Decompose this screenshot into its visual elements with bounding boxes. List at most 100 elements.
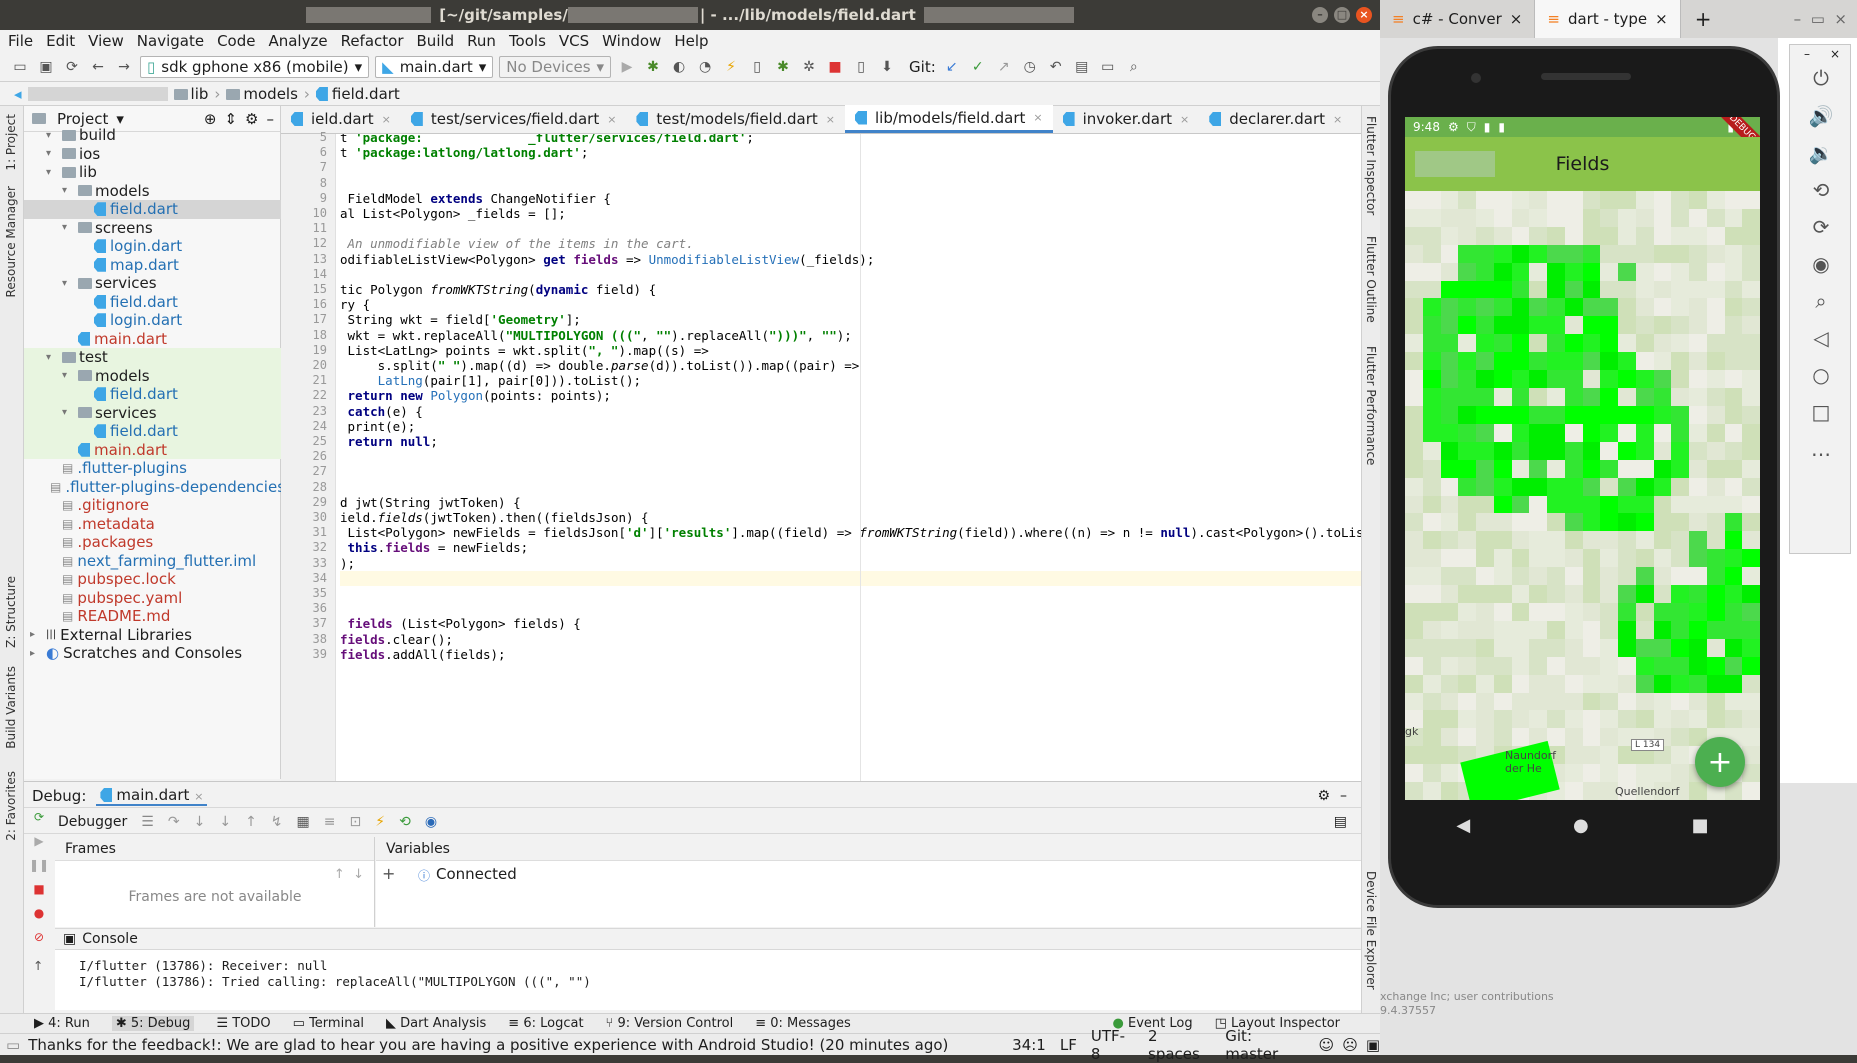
tool-window-build-variants[interactable]: Build Variants [4,666,18,749]
tree-item[interactable]: ▤ next_farming_flutter.iml [24,552,281,571]
run-to-cursor-icon[interactable]: ↯ [271,814,283,830]
expand-arrow-icon[interactable]: ▾ [62,370,74,381]
menu-help[interactable]: Help [674,32,708,50]
more-icon[interactable]: … [1806,434,1836,464]
close-icon[interactable]: × [1333,113,1342,126]
volume-down-icon[interactable]: 🔉 [1806,138,1836,168]
new-tab-icon[interactable]: + [1695,7,1712,31]
expand-arrow-icon[interactable]: ▾ [62,407,74,418]
menu-view[interactable]: View [88,32,124,50]
close-icon[interactable]: × [1655,10,1668,28]
tool-window-favorites[interactable]: 2: Favorites [4,771,18,841]
tree-item[interactable]: login.dart [24,311,281,330]
maximize-icon[interactable]: □ [1334,7,1350,23]
minimize-icon[interactable]: – [1312,7,1328,23]
close-icon[interactable]: × [1180,113,1189,126]
status-message[interactable]: Thanks for the feedback!: We are glad to… [28,1036,1000,1054]
menu-vcs[interactable]: VCS [559,32,589,50]
console-output[interactable]: I/flutter (13786): Receiver: null I/flut… [33,950,1361,1010]
breadcrumb-item[interactable]: lib [173,85,208,103]
breadcrumb-item[interactable]: field.dart [315,85,400,103]
overview-icon[interactable]: ■ [1692,815,1709,836]
step-over-icon[interactable]: ↷ [168,814,180,830]
tool-run[interactable]: ▶ 4: Run [34,1016,90,1031]
rerun-icon[interactable]: ⟳ [34,810,44,824]
expand-arrow-icon[interactable]: ▾ [46,167,58,178]
scroll-up-icon[interactable]: ↑ [33,958,43,973]
project-structure-icon[interactable]: ▤ [1072,57,1092,77]
menu-navigate[interactable]: Navigate [137,32,204,50]
resume-icon[interactable]: ▶ [34,834,43,848]
tree-item[interactable]: field.dart [24,200,281,219]
tree-item[interactable]: ▾ models [24,366,281,385]
editor-tab[interactable]: invoker.dart × [1053,105,1200,133]
history-icon[interactable]: ◷ [1020,57,1040,77]
browser-tab-active[interactable]: ≡ dart - type × [1535,0,1681,38]
sync-icon[interactable]: ⟳ [62,57,82,77]
close-icon[interactable]: × [607,113,616,126]
tree-item[interactable]: ▾ models [24,182,281,201]
file-encoding[interactable]: UTF-8 [1091,1027,1134,1063]
sad-face-icon[interactable]: ☹ [1342,1036,1358,1054]
editor-tab[interactable]: ield.dart × [281,105,401,133]
save-icon[interactable]: ▣ [36,57,56,77]
sdk-manager-icon[interactable]: ⬇ [877,57,897,77]
git-update-icon[interactable]: ↙ [942,57,962,77]
map-view[interactable] [1405,191,1760,800]
layout-icon[interactable]: ▤ [1334,814,1347,830]
gear-icon[interactable]: ⚙ [245,110,258,128]
overview-icon[interactable]: □ [1806,397,1836,427]
project-view-selector[interactable]: Project [57,110,108,128]
locate-icon[interactable]: ⊕ [204,110,217,128]
tool-logcat[interactable]: ≡ 6: Logcat [508,1016,583,1031]
devtools-icon[interactable]: ◉ [425,814,437,830]
tool-dart-analysis[interactable]: ◣ Dart Analysis [386,1016,486,1031]
trace-icon[interactable]: ≡ [324,814,336,830]
search-icon[interactable]: ⌕ [1124,57,1144,77]
hot-reload-icon[interactable]: ⚡ [375,814,385,830]
tool-todo[interactable]: ☰ TODO [216,1016,270,1031]
rotate-left-icon[interactable]: ⟲ [1806,175,1836,205]
menu-analyze[interactable]: Analyze [268,32,327,50]
run-config-selector[interactable]: ◣ main.dart ▾ [375,55,494,78]
happy-face-icon[interactable]: ☺ [1319,1036,1335,1054]
tree-item[interactable]: ▾ services [24,274,281,293]
chevron-down-icon[interactable]: ▾ [116,110,124,128]
code-editor[interactable]: t 'package: _flutter/services/field.dart… [336,134,1361,781]
rollback-icon[interactable]: ↶ [1046,57,1066,77]
minimize-panel-icon[interactable]: – [1340,788,1347,804]
tree-item[interactable]: ▤ README.md [24,607,281,626]
force-step-into-icon[interactable]: ↓ [219,814,231,830]
tree-item[interactable]: ▾ ios [24,145,281,164]
tool-version-control[interactable]: ⑂ 9: Version Control [606,1016,734,1031]
tree-item[interactable]: field.dart [24,385,281,404]
tree-item[interactable]: ▤ .gitignore [24,496,281,515]
close-icon[interactable]: × [1830,47,1840,61]
tool-window-resource-manager[interactable]: Resource Manager [4,186,18,297]
tool-window-device-file-explorer[interactable]: Device File Explorer [1364,871,1378,990]
open-icon[interactable]: ▭ [10,57,30,77]
power-icon[interactable]: ⏻ [1806,63,1836,93]
stop-icon[interactable]: ■ [33,882,44,896]
close-icon[interactable]: × [1510,10,1523,28]
menu-run[interactable]: Run [467,32,496,50]
line-separator[interactable]: LF [1060,1036,1077,1054]
pause-icon[interactable]: ❚❚ [29,858,49,872]
volume-up-icon[interactable]: 🔊 [1806,101,1836,131]
console-tab[interactable]: ▣ Console [55,928,1361,950]
tool-window-project[interactable]: 1: Project [4,114,18,171]
hot-restart-icon[interactable]: ⟲ [399,814,411,830]
menu-file[interactable]: File [8,32,33,50]
stop-icon[interactable]: ■ [825,57,845,77]
tree-item[interactable]: ▾ lib [24,163,281,182]
tree-item[interactable]: ▸ ||| External Libraries [24,626,281,645]
terminal-icon[interactable]: ▭ [1098,57,1118,77]
evaluate-icon[interactable]: ▦ [297,814,310,830]
browser-window-controls[interactable]: – ▭ × [1794,10,1847,28]
view-breakpoints-icon[interactable]: ● [34,906,44,920]
browser-tab[interactable]: ≡ c# - Conver × [1380,0,1536,38]
debug-config-tab[interactable]: main.dart × [96,786,208,806]
close-icon[interactable]: × [1356,7,1372,23]
tree-item[interactable]: field.dart [24,422,281,441]
coverage-icon[interactable]: ◐ [669,57,689,77]
